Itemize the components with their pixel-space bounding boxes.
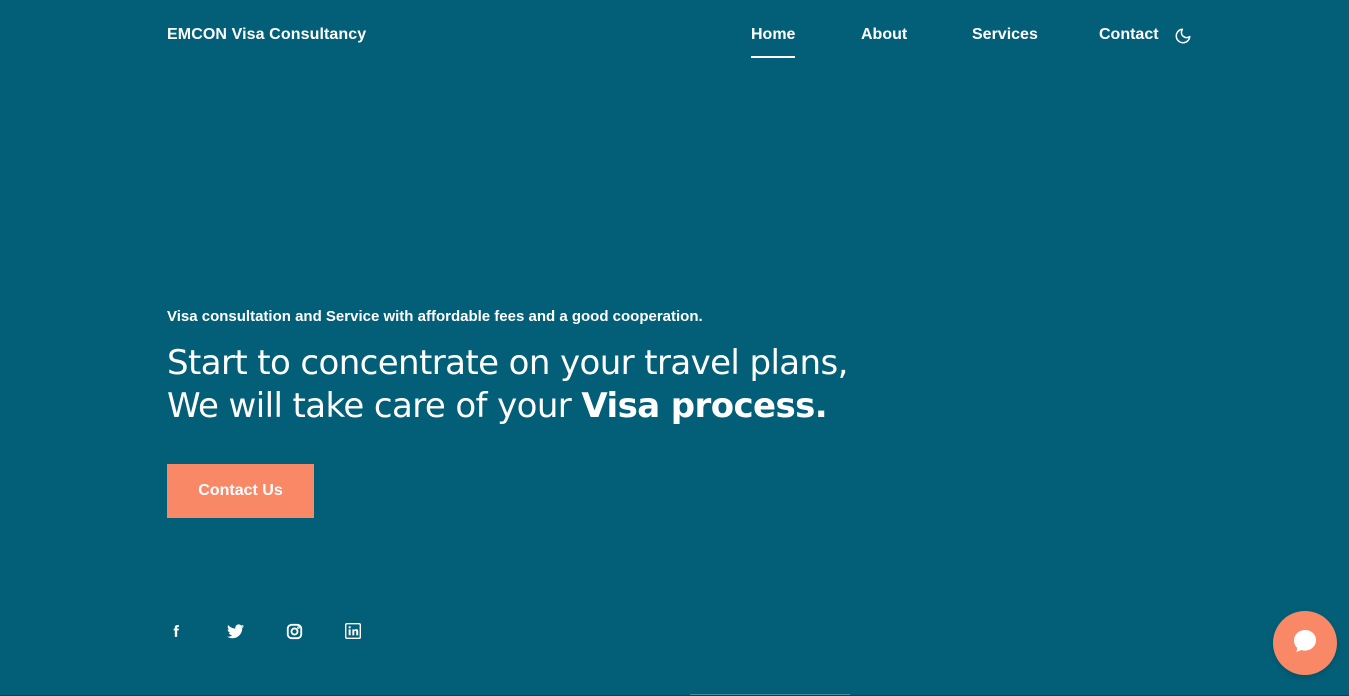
nav-home[interactable]: Home	[751, 26, 796, 58]
chat-bubble-icon	[1292, 629, 1318, 658]
site-header: EMCON Visa Consultancy Home About Servic…	[0, 0, 1349, 72]
nav-services[interactable]: Services	[972, 26, 1038, 44]
hero-tagline: Visa consultation and Service with affor…	[167, 308, 703, 325]
linkedin-icon[interactable]	[344, 622, 362, 640]
instagram-icon[interactable]	[285, 622, 303, 640]
twitter-icon[interactable]	[226, 622, 244, 640]
contact-us-button[interactable]: Contact Us	[167, 464, 314, 518]
moon-icon[interactable]	[1174, 27, 1192, 45]
chat-widget-button[interactable]	[1273, 611, 1337, 675]
page: EMCON Visa Consultancy Home About Servic…	[0, 0, 1349, 696]
hero-section: Visa consultation and Service with affor…	[167, 306, 927, 428]
nav-contact[interactable]: Contact	[1099, 26, 1159, 44]
headline-period: .	[814, 386, 828, 426]
headline-visa-process: Visa process	[581, 386, 815, 426]
main-nav: Home About Services Contact	[0, 26, 1349, 66]
facebook-icon[interactable]	[167, 622, 185, 640]
headline-line-2-prefix: We will take care of your	[167, 386, 582, 426]
headline-line-1: Start to concentrate on your travel plan…	[167, 343, 848, 383]
hero-headline: Start to concentrate on your travel plan…	[167, 342, 927, 428]
nav-about[interactable]: About	[861, 26, 907, 44]
